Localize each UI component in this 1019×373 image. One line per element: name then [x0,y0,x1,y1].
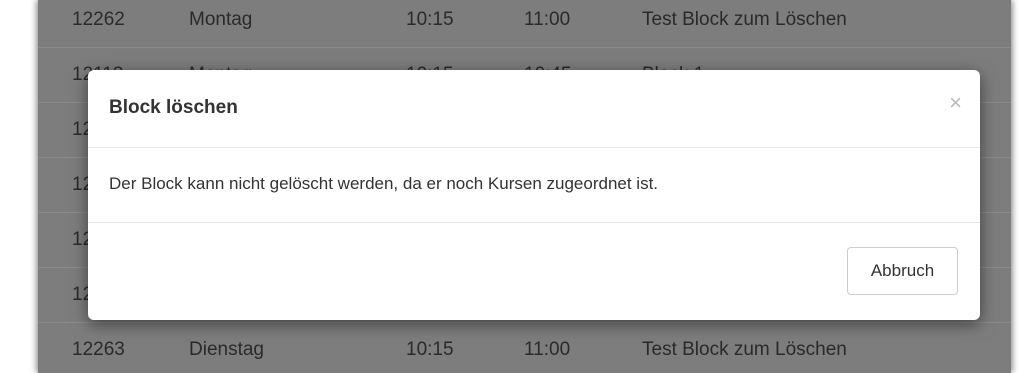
dialog-title: Block löschen [109,97,238,118]
cell-end: 11:00 [524,8,571,30]
cell-day: Montag [189,8,253,30]
cell-day: Dienstag [189,338,264,360]
close-icon[interactable]: × [949,92,962,114]
cell-id: 12263 [72,338,125,360]
table-row: 12263 Dienstag 10:15 11:00 Test Block zu… [38,322,1011,373]
cell-start: 10:15 [406,338,454,360]
cell-end: 11:00 [524,338,571,360]
dialog-message: Der Block kann nicht gelöscht werden, da… [109,174,659,193]
delete-block-dialog: Block löschen × Der Block kann nicht gel… [88,70,980,320]
cell-name: Test Block zum Löschen [642,338,847,360]
dialog-body: Der Block kann nicht gelöscht werden, da… [88,148,980,223]
cell-start: 10:15 [406,8,454,30]
cancel-button[interactable]: Abbruch [847,247,958,295]
cell-id: 12262 [72,8,125,30]
dialog-header: Block löschen × [88,70,980,148]
table-row: 12262 Montag 10:15 11:00 Test Block zum … [38,0,1011,48]
cell-name: Test Block zum Löschen [642,8,847,30]
